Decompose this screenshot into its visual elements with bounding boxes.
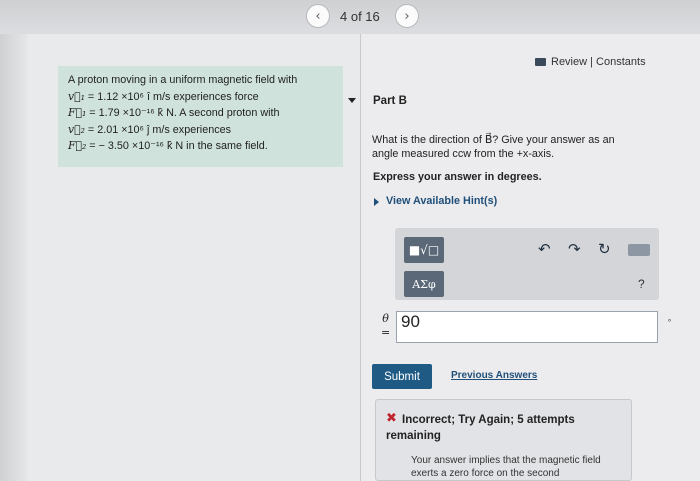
feedback-body: Your answer implies that the magnetic fi… xyxy=(411,455,601,479)
answer-instruction: Express your answer in degrees. xyxy=(373,171,542,183)
item-counter: 4 of 16 xyxy=(340,9,380,24)
keyboard-icon[interactable] xyxy=(628,244,650,256)
redo-icon[interactable]: ↷ xyxy=(568,240,581,258)
answer-variable-label: θ = xyxy=(381,312,391,339)
submit-button[interactable]: Submit xyxy=(372,364,432,389)
part-title: Part B xyxy=(373,95,407,107)
problem-line-1: A proton moving in a uniform magnetic fi… xyxy=(68,74,298,86)
templates-button[interactable]: ■√□ xyxy=(404,237,444,263)
view-hints-link[interactable]: View Available Hint(s) xyxy=(386,195,497,207)
undo-icon[interactable]: ↶ xyxy=(538,240,551,258)
help-icon[interactable]: ? xyxy=(638,277,645,291)
degree-unit-label: ∘ xyxy=(667,316,673,325)
hint-caret-icon[interactable] xyxy=(374,198,379,206)
chevron-right-icon: › xyxy=(404,8,410,24)
book-icon xyxy=(535,58,546,66)
greek-symbols-button[interactable]: ΑΣφ xyxy=(404,271,444,297)
problem-line-5: F⃗₂ = − 3.50 ×10⁻¹⁶ k̂ N in the same fie… xyxy=(68,139,268,152)
question-text: What is the direction of B⃗? Give your a… xyxy=(372,134,615,160)
problem-line-2: v⃗₁ = 1.12 ×10⁶ î m/s experiences force xyxy=(68,89,259,103)
previous-item-button[interactable]: ‹ xyxy=(306,4,330,28)
problem-line-4: v⃗₂ = 2.01 ×10⁶ ĵ m/s experiences xyxy=(68,122,232,136)
next-item-button[interactable]: › xyxy=(395,4,419,28)
problem-line-3: F⃗₁ = 1.79 ×10⁻¹⁶ k̂ N. A second proton … xyxy=(68,106,280,119)
review-constants-link[interactable]: Review | Constants xyxy=(535,56,646,68)
answer-input[interactable]: 90 xyxy=(396,311,658,343)
review-constants-label: Review | Constants xyxy=(551,56,646,68)
panel-edge xyxy=(0,34,28,481)
reset-icon[interactable]: ↻ xyxy=(598,240,611,258)
feedback-title: Incorrect; Try Again; 5 attempts remaini… xyxy=(386,414,575,442)
collapse-part-icon[interactable] xyxy=(348,98,356,103)
previous-answers-link[interactable]: Previous Answers xyxy=(451,370,537,381)
problem-statement: A proton moving in a uniform magnetic fi… xyxy=(58,66,343,167)
chevron-left-icon: ‹ xyxy=(315,8,321,24)
